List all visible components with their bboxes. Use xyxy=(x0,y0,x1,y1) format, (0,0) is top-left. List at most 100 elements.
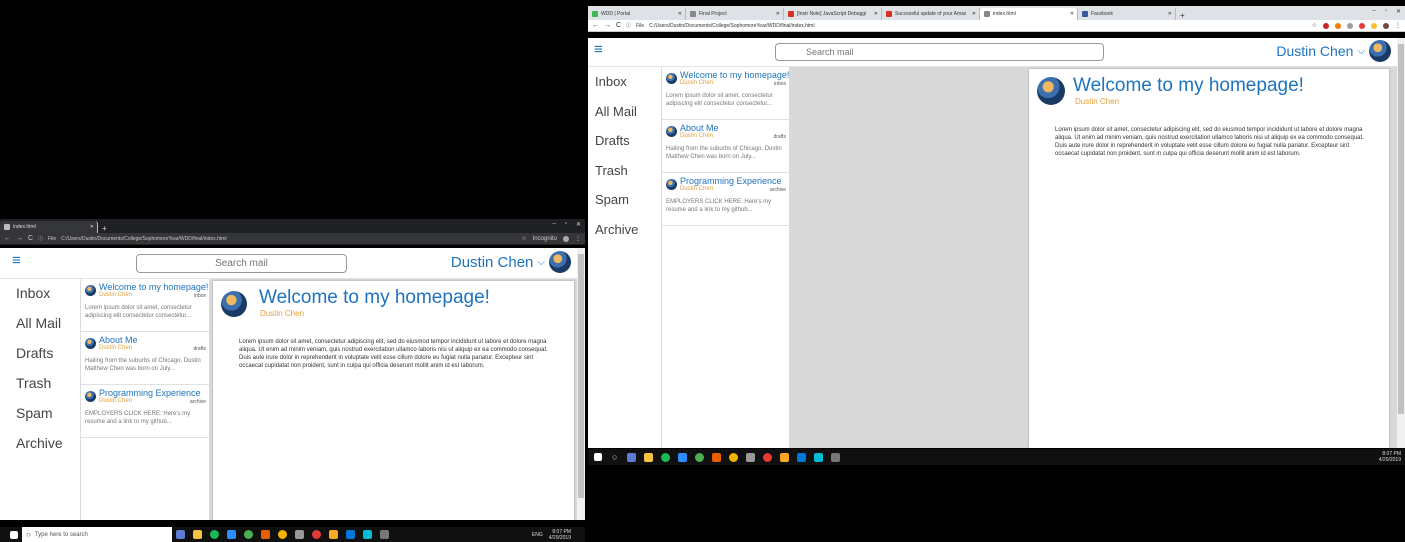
tab-final-project[interactable]: Final Project ✕ xyxy=(686,8,784,20)
vscode-icon[interactable] xyxy=(797,452,807,462)
reload-icon[interactable]: C xyxy=(616,22,621,29)
app-icon[interactable] xyxy=(295,530,304,539)
reload-icon[interactable]: C xyxy=(28,235,33,242)
bookmark-star-icon[interactable]: ☆ xyxy=(1312,22,1317,29)
app-icon[interactable] xyxy=(780,452,790,462)
app-icon[interactable] xyxy=(261,530,270,539)
incognito-icon[interactable] xyxy=(563,235,569,242)
list-item[interactable]: Programming Experience Dustin Chen archi… xyxy=(81,385,209,438)
back-icon[interactable]: ← xyxy=(592,22,599,29)
maximize-icon[interactable]: ▫ xyxy=(1385,8,1387,15)
new-tab-button[interactable]: + xyxy=(98,224,111,233)
tab-wdd-portal[interactable]: WDD | Portal ✕ xyxy=(588,8,686,20)
minimize-icon[interactable]: – xyxy=(552,221,555,228)
app-icon[interactable] xyxy=(746,452,756,462)
folder-all-mail[interactable]: All Mail xyxy=(16,315,61,331)
folder-spam[interactable]: Spam xyxy=(16,405,53,421)
user-menu[interactable]: Dustin Chen ⌵ xyxy=(451,251,571,273)
forward-icon[interactable]: → xyxy=(16,235,23,242)
list-item[interactable]: About Me Dustin Chen drafts Hailing from… xyxy=(81,332,209,385)
file-explorer-icon[interactable] xyxy=(644,452,654,462)
folder-all-mail[interactable]: All Mail xyxy=(595,104,637,119)
search-box[interactable] xyxy=(136,254,347,273)
menu-icon[interactable]: ⋮ xyxy=(1395,22,1401,29)
app-icon[interactable] xyxy=(712,452,722,462)
close-tab-icon[interactable]: ✕ xyxy=(776,11,780,17)
close-tab-icon[interactable]: ✕ xyxy=(972,11,976,17)
list-item[interactable]: About Me Dustin Chen drafts Hailing from… xyxy=(662,120,789,173)
chrome-icon[interactable] xyxy=(729,452,739,462)
user-menu[interactable]: Dustin Chen ⌵ xyxy=(1276,40,1391,62)
app-icon[interactable] xyxy=(363,530,372,539)
list-item[interactable]: Welcome to my homepage! Dustin Chen inbo… xyxy=(662,67,789,120)
clock[interactable]: 8:07 PM 4/29/2019 xyxy=(549,529,571,541)
forward-icon[interactable]: → xyxy=(604,22,611,29)
hamburger-menu-icon[interactable]: ≡ xyxy=(594,41,603,58)
app-icon[interactable] xyxy=(695,452,705,462)
tab-index[interactable]: index.html ✕ xyxy=(0,221,98,233)
folder-trash[interactable]: Trash xyxy=(595,163,628,178)
calendar-icon[interactable] xyxy=(380,530,389,539)
app-icon[interactable] xyxy=(227,530,236,539)
menu-icon[interactable]: ⋮ xyxy=(575,235,581,242)
app-icon[interactable] xyxy=(763,452,773,462)
task-view-icon[interactable] xyxy=(176,530,185,539)
vscode-icon[interactable] xyxy=(346,530,355,539)
folder-inbox[interactable]: Inbox xyxy=(595,74,627,89)
calendar-icon[interactable] xyxy=(831,452,841,462)
tab-gmail-amazon[interactable]: Successful update of your Amaz ✕ xyxy=(882,8,980,20)
url-field[interactable]: C:/Users/Dustin/Documents/College/Sophom… xyxy=(61,236,516,242)
app-icon[interactable] xyxy=(814,452,824,462)
close-tab-icon[interactable]: ✕ xyxy=(1070,11,1074,17)
tab-gmail-instr-note[interactable]: [Instr Note] JavaScript Debuggi ✕ xyxy=(784,8,882,20)
list-item[interactable]: Welcome to my homepage! Dustin Chen inbo… xyxy=(81,279,209,332)
minimize-icon[interactable]: – xyxy=(1372,8,1375,15)
clock[interactable]: 8:07 PM 4/29/2019 xyxy=(1379,451,1401,463)
list-item[interactable]: Programming Experience Dustin Chen archi… xyxy=(662,173,789,226)
bookmark-star-icon[interactable]: ☆ xyxy=(521,235,526,242)
search-input[interactable] xyxy=(137,257,346,270)
close-tab-icon[interactable]: ✕ xyxy=(90,224,94,230)
hamburger-menu-icon[interactable]: ≡ xyxy=(12,252,21,269)
app-icon[interactable] xyxy=(312,530,321,539)
extension-icon[interactable] xyxy=(1371,22,1377,29)
profile-icon[interactable] xyxy=(1383,22,1389,29)
search-input[interactable] xyxy=(776,46,1103,58)
app-icon[interactable] xyxy=(678,452,688,462)
new-tab-button[interactable]: + xyxy=(1176,11,1189,20)
folder-trash[interactable]: Trash xyxy=(16,375,51,391)
language-indicator[interactable]: ENG xyxy=(532,532,543,538)
extension-icon[interactable] xyxy=(1335,22,1341,29)
scrollbar-thumb[interactable] xyxy=(1398,44,1404,414)
maximize-icon[interactable]: ▫ xyxy=(565,221,567,228)
spotify-icon[interactable] xyxy=(210,530,219,539)
scrollbar[interactable] xyxy=(577,248,585,520)
folder-inbox[interactable]: Inbox xyxy=(16,285,50,301)
windows-start-icon[interactable] xyxy=(594,453,602,461)
search-icon[interactable]: ○ xyxy=(612,452,617,462)
extension-icon[interactable] xyxy=(1323,22,1329,29)
info-icon[interactable]: ⓘ xyxy=(38,235,43,242)
search-box[interactable] xyxy=(775,43,1104,61)
tab-index[interactable]: index.html ✕ xyxy=(980,8,1078,20)
tab-facebook[interactable]: Facebook ✕ xyxy=(1078,8,1176,20)
task-view-icon[interactable] xyxy=(627,452,637,462)
url-field[interactable]: C:/Users/Dustin/Documents/College/Sophom… xyxy=(649,23,1306,29)
app-icon[interactable] xyxy=(244,530,253,539)
windows-start-icon[interactable] xyxy=(10,530,18,539)
chrome-icon[interactable] xyxy=(278,530,287,539)
close-window-icon[interactable]: ✕ xyxy=(1396,8,1401,15)
spotify-icon[interactable] xyxy=(661,452,671,462)
scrollbar[interactable] xyxy=(1397,38,1405,448)
file-explorer-icon[interactable] xyxy=(193,530,202,539)
extension-icon[interactable] xyxy=(1359,22,1365,29)
back-icon[interactable]: ← xyxy=(4,235,11,242)
folder-drafts[interactable]: Drafts xyxy=(595,133,630,148)
extension-icon[interactable] xyxy=(1347,22,1353,29)
close-tab-icon[interactable]: ✕ xyxy=(678,11,682,17)
close-tab-icon[interactable]: ✕ xyxy=(874,11,878,17)
folder-archive[interactable]: Archive xyxy=(595,222,638,237)
folder-drafts[interactable]: Drafts xyxy=(16,345,53,361)
app-icon[interactable] xyxy=(329,530,338,539)
close-window-icon[interactable]: ✕ xyxy=(576,221,581,228)
